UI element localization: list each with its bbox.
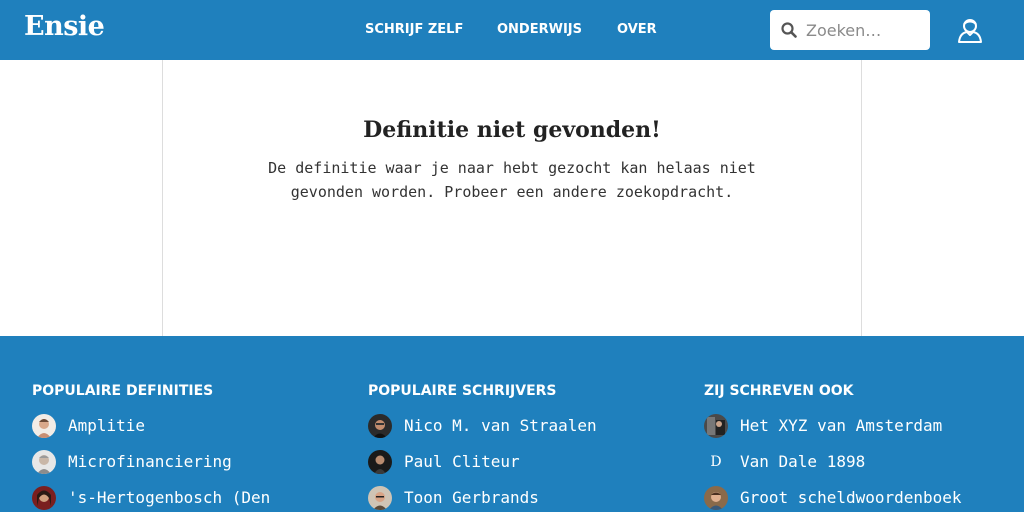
avatar: [704, 414, 728, 438]
avatar: [368, 414, 392, 438]
nav-schrijf-zelf[interactable]: SCHRIJF ZELF: [365, 22, 463, 37]
list-item-label[interactable]: Microfinanciering: [68, 452, 232, 471]
list-item-label[interactable]: Het XYZ van Amsterdam: [740, 416, 942, 435]
van-dale-icon: D: [710, 454, 722, 470]
user-icon[interactable]: [956, 16, 984, 44]
avatar: [32, 486, 56, 510]
content-panel: Definitie niet gevonden! De definitie wa…: [162, 60, 862, 336]
avatar: [32, 414, 56, 438]
list-item-label[interactable]: Nico M. van Straalen: [404, 416, 597, 435]
search-icon[interactable]: [781, 22, 797, 38]
top-navbar: Ensie SCHRIJF ZELF ONDERWIJS OVER: [0, 0, 1024, 60]
list-item-label[interactable]: Van Dale 1898: [740, 452, 865, 471]
list-item-label[interactable]: Paul Cliteur: [404, 452, 520, 471]
avatar: [368, 486, 392, 510]
avatar: [32, 450, 56, 474]
nav-over[interactable]: OVER: [617, 22, 657, 37]
list-item-label[interactable]: Amplitie: [68, 416, 145, 435]
page-title: Definitie niet gevonden!: [363, 117, 661, 143]
list-item-label[interactable]: Toon Gerbrands: [404, 488, 539, 507]
footer-column-title: POPULAIRE DEFINITIES: [32, 383, 214, 399]
list-item-label[interactable]: Groot scheldwoordenboek: [740, 488, 962, 507]
footer-column-title: POPULAIRE SCHRIJVERS: [368, 383, 557, 399]
list-item-label[interactable]: 's-Hertogenbosch (Den: [68, 488, 270, 507]
footer-column-title: ZIJ SCHREVEN OOK: [704, 383, 854, 399]
search-box: [770, 10, 930, 50]
nav-onderwijs[interactable]: ONDERWIJS: [497, 22, 582, 37]
not-found-message: De definitie waar je naar hebt gezocht k…: [268, 159, 756, 201]
footer: POPULAIRE DEFINITIES Amplitie Microfinan…: [0, 336, 1024, 512]
search-input[interactable]: [806, 18, 924, 42]
ensie-logo[interactable]: Ensie: [24, 11, 105, 42]
avatar: [368, 450, 392, 474]
avatar: [704, 486, 728, 510]
